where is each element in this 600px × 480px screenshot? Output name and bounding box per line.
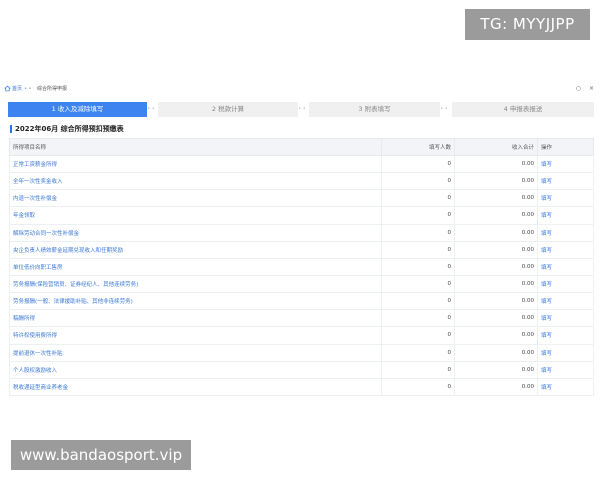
column-header-name: 所得项目名称 [9, 138, 382, 156]
breadcrumb-current: 综合所得申报 [37, 86, 68, 92]
income-item-name[interactable]: 正常工资薪金所得 [9, 155, 382, 174]
fill-link[interactable]: 填写 [537, 241, 594, 259]
filled-count: 0 [381, 292, 455, 311]
income-total: 0.00 [454, 275, 538, 294]
fill-link[interactable]: 填写 [537, 378, 594, 396]
table-row: 个人股权激励收入 0 0.00 填写 [9, 361, 594, 379]
fill-link[interactable]: 填写 [537, 224, 594, 242]
income-total: 0.00 [454, 344, 538, 362]
step-separator: • • [440, 106, 448, 112]
page-title: 2022年06月 综合所得预扣预缴表 [15, 124, 124, 133]
table-row: 全年一次性奖金收入 0 0.00 填写 [9, 172, 594, 191]
income-item-name[interactable]: 单位低价向职工售房 [9, 258, 382, 276]
income-total: 0.00 [454, 172, 538, 191]
income-item-name[interactable]: 全年一次性奖金收入 [9, 172, 382, 191]
filled-count: 0 [381, 172, 455, 191]
table-row: 年金领取 0 0.00 填写 [9, 206, 594, 225]
app-window: 首页 • • 综合所得申报 ○ × 1 收入及减除填写 • • 2 税款计算 •… [4, 83, 596, 403]
fill-link[interactable]: 填写 [537, 206, 594, 225]
income-item-name[interactable]: 央企负责人绩效薪金延期兑现收入和任期奖励 [9, 241, 382, 259]
filled-count: 0 [381, 361, 455, 379]
step-separator: • • [147, 106, 155, 112]
income-total: 0.00 [454, 326, 538, 345]
fill-link[interactable]: 填写 [537, 361, 594, 379]
income-total: 0.00 [454, 361, 538, 379]
home-icon[interactable] [4, 85, 11, 92]
fill-link[interactable]: 填写 [537, 155, 594, 174]
income-item-name[interactable]: 劳务报酬(一般、法律援助补贴、其他非连续劳务) [9, 292, 382, 311]
watermark-site: www.bandaosport.vip [11, 440, 191, 470]
column-header-op: 操作 [537, 138, 594, 156]
income-total: 0.00 [454, 241, 538, 259]
close-icon[interactable]: × [589, 85, 594, 92]
fill-link[interactable]: 填写 [537, 275, 594, 294]
income-total: 0.00 [454, 189, 538, 208]
table-row: 特许权使用费所得 0 0.00 填写 [9, 326, 594, 345]
table-row: 劳务报酬(一般、法律援助补贴、其他非连续劳务) 0 0.00 填写 [9, 292, 594, 311]
income-total: 0.00 [454, 224, 538, 242]
breadcrumb-home-link[interactable]: 首页 [12, 83, 22, 95]
table-row: 正常工资薪金所得 0 0.00 填写 [9, 155, 594, 174]
filled-count: 0 [381, 344, 455, 362]
step-2-tax-calc[interactable]: 2 税款计算 [158, 102, 298, 117]
filled-count: 0 [381, 241, 455, 259]
table-row: 提前退休一次性补贴 0 0.00 填写 [9, 344, 594, 362]
fill-link[interactable]: 填写 [537, 292, 594, 311]
income-item-name[interactable]: 劳务报酬(保险营销员、证券经纪人、其他连续劳务) [9, 275, 382, 294]
step-4-submit[interactable]: 4 申报表报送 [452, 102, 594, 117]
filled-count: 0 [381, 275, 455, 294]
filled-count: 0 [381, 155, 455, 174]
step-separator: • • [298, 106, 306, 112]
filled-count: 0 [381, 258, 455, 276]
table-row: 劳务报酬(保险营销员、证券经纪人、其他连续劳务) 0 0.00 填写 [9, 275, 594, 294]
filled-count: 0 [381, 326, 455, 345]
income-total: 0.00 [454, 309, 538, 328]
filled-count: 0 [381, 309, 455, 328]
income-item-name[interactable]: 年金领取 [9, 206, 382, 225]
income-item-name[interactable]: 个人股权激励收入 [9, 361, 382, 379]
title-accent-bar [10, 124, 12, 133]
step-3-attachment[interactable]: 3 附表填写 [309, 102, 440, 117]
income-item-name[interactable]: 提前退休一次性补贴 [9, 344, 382, 362]
fill-link[interactable]: 填写 [537, 172, 594, 191]
breadcrumb: 首页 • • 综合所得申报 ○ × [4, 83, 596, 95]
income-total: 0.00 [454, 378, 538, 396]
table-row: 解除劳动合同一次性补偿金 0 0.00 填写 [9, 224, 594, 242]
income-item-name[interactable]: 解除劳动合同一次性补偿金 [9, 224, 382, 242]
restore-icon[interactable]: ○ [576, 85, 581, 92]
watermark-tg: TG: MYYJJPP [465, 9, 590, 40]
filled-count: 0 [381, 189, 455, 208]
income-total: 0.00 [454, 258, 538, 276]
filled-count: 0 [381, 378, 455, 396]
fill-link[interactable]: 填写 [537, 326, 594, 345]
step-progress: 1 收入及减除填写 • • 2 税款计算 • • 3 附表填写 • • 4 申报… [8, 102, 594, 117]
page-title-row: 2022年06月 综合所得预扣预缴表 [10, 123, 124, 134]
income-total: 0.00 [454, 206, 538, 225]
income-item-name[interactable]: 税收递延型商业养老金 [9, 378, 382, 396]
table-row: 央企负责人绩效薪金延期兑现收入和任期奖励 0 0.00 填写 [9, 241, 594, 259]
income-table: 所得项目名称 填写人数 收入合计 操作 正常工资薪金所得 0 0.00 填写 全年一次… [9, 138, 594, 396]
step-1-income[interactable]: 1 收入及减除填写 [8, 102, 147, 117]
fill-link[interactable]: 填写 [537, 344, 594, 362]
column-header-count: 填写人数 [381, 138, 455, 156]
filled-count: 0 [381, 224, 455, 242]
income-item-name[interactable]: 稿酬所得 [9, 309, 382, 328]
table-row: 单位低价向职工售房 0 0.00 填写 [9, 258, 594, 276]
income-total: 0.00 [454, 292, 538, 311]
filled-count: 0 [381, 206, 455, 225]
table-header-row: 所得项目名称 填写人数 收入合计 操作 [9, 138, 594, 156]
column-header-income: 收入合计 [454, 138, 538, 156]
breadcrumb-separator: • • [24, 86, 32, 92]
income-item-name[interactable]: 特许权使用费所得 [9, 326, 382, 345]
window-controls: ○ × [570, 83, 594, 95]
fill-link[interactable]: 填写 [537, 189, 594, 208]
income-item-name[interactable]: 内退一次性补偿金 [9, 189, 382, 208]
fill-link[interactable]: 填写 [537, 258, 594, 276]
income-total: 0.00 [454, 155, 538, 174]
fill-link[interactable]: 填写 [537, 309, 594, 328]
table-row: 稿酬所得 0 0.00 填写 [9, 309, 594, 328]
table-row: 税收递延型商业养老金 0 0.00 填写 [9, 378, 594, 396]
table-row: 内退一次性补偿金 0 0.00 填写 [9, 189, 594, 208]
